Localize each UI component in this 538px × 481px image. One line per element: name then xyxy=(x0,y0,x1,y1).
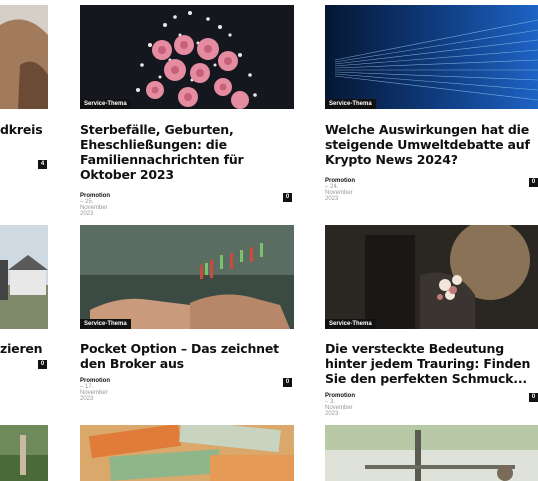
comment-count-badge[interactable]: 4 xyxy=(38,160,47,169)
article-thumbnail-row3-right[interactable] xyxy=(325,425,538,481)
article-thumbnail[interactable] xyxy=(0,225,48,329)
article-meta: Promotion – 25. November 2023 xyxy=(80,193,110,217)
article-date: 24. November 2023 xyxy=(325,184,353,202)
article-date: 25. November 2023 xyxy=(80,199,108,217)
wedding-image xyxy=(325,225,538,329)
category-tag[interactable]: Service-Thema xyxy=(80,99,131,109)
article-date: 3. November 2023 xyxy=(325,399,353,417)
portrait-image xyxy=(0,5,48,109)
article-meta: Promotion – 17. November 2023 xyxy=(80,378,110,402)
comment-count-badge[interactable]: 0 xyxy=(283,193,292,202)
cafe-image xyxy=(325,425,538,481)
article-title[interactable]: Sterbefälle, Geburten, Eheschließungen: … xyxy=(80,122,295,182)
house-image xyxy=(0,225,48,329)
article-thumbnail[interactable]: Service-Thema xyxy=(325,5,538,109)
category-tag[interactable]: Service-Thema xyxy=(325,99,376,109)
comment-count-badge[interactable]: 0 xyxy=(529,178,538,187)
article-title[interactable]: Welche Auswirkungen hat die steigende Um… xyxy=(325,122,538,167)
comment-count-badge[interactable]: 0 xyxy=(283,378,292,387)
article-title-fragment[interactable]: dkreis xyxy=(0,122,48,137)
comment-count-badge[interactable]: 0 xyxy=(38,360,47,369)
article-date: 17. November 2023 xyxy=(80,384,108,402)
garden-image xyxy=(0,425,48,481)
banknotes-image xyxy=(80,425,294,481)
trading-chart-image xyxy=(80,225,294,329)
article-thumbnail-row3-mid[interactable] xyxy=(80,425,294,481)
article-meta: Promotion – 24. November 2023 xyxy=(325,178,355,202)
article-thumbnail-row3-left[interactable] xyxy=(0,425,48,481)
article-title[interactable]: Pocket Option – Das zeichnet den Broker … xyxy=(80,341,295,371)
article-meta: Promotion – 3. November 2023 xyxy=(325,393,355,417)
article-thumbnail[interactable]: Service-Thema xyxy=(80,5,294,109)
category-tag[interactable]: Service-Thema xyxy=(80,319,131,329)
article-title[interactable]: Die versteckte Bedeutung hinter jedem Tr… xyxy=(325,341,538,386)
data-stream-image xyxy=(325,5,538,109)
article-thumbnail[interactable] xyxy=(0,5,48,109)
article-thumbnail[interactable]: Service-Thema xyxy=(325,225,538,329)
category-tag[interactable]: Service-Thema xyxy=(325,319,376,329)
article-thumbnail[interactable]: Service-Thema xyxy=(80,225,294,329)
comment-count-badge[interactable]: 0 xyxy=(529,393,538,402)
flowers-image xyxy=(80,5,294,109)
article-title-fragment[interactable]: zieren xyxy=(0,341,48,356)
